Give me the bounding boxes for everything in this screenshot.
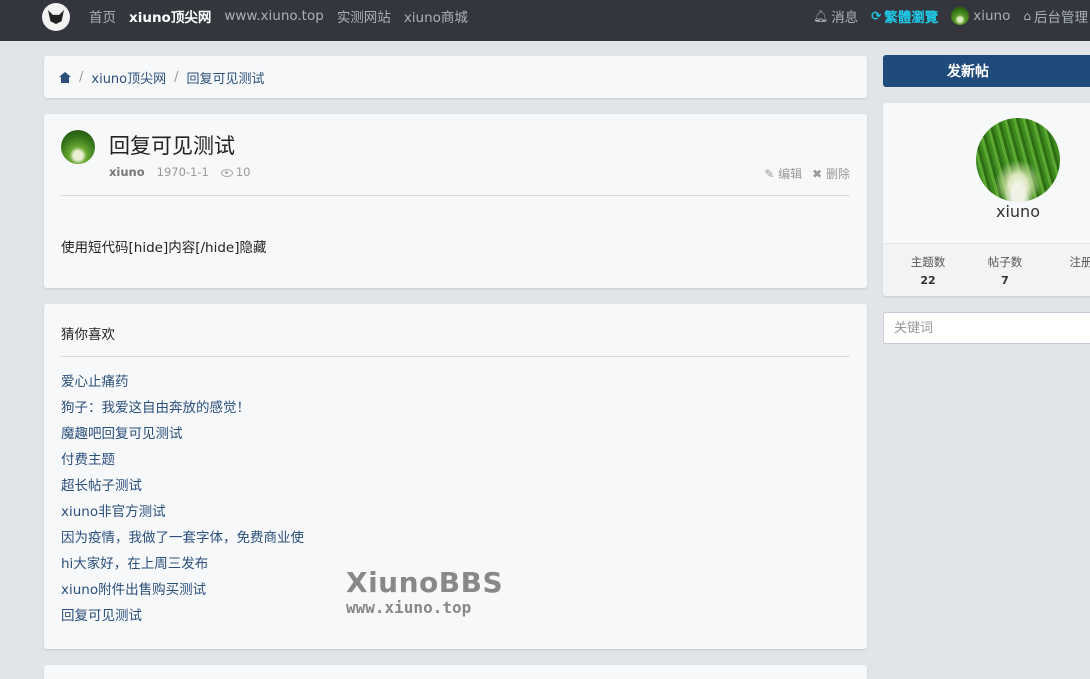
nav-traditional-label: 繁體瀏覽	[884, 9, 939, 26]
post-content: 使用短代码[hide]内容[/hide]隐藏	[61, 240, 267, 256]
post-author[interactable]: xiuno	[109, 165, 145, 179]
delete-button[interactable]: ✖ 删除	[812, 165, 850, 182]
post-divider	[61, 195, 850, 196]
list-item[interactable]: hi大家好，在上周三发布	[61, 553, 304, 579]
nav-user-label: xiuno	[973, 7, 1011, 24]
nav-test-site[interactable]: 实测网站	[337, 6, 391, 26]
watermark-title: XiunoBBS	[346, 566, 504, 599]
breadcrumb: / xiuno顶尖网 / 回复可见测试	[44, 56, 867, 98]
post-views: 10	[220, 165, 251, 179]
recommend-list: 爱心止痛药 狗子：我爱这自由奔放的感觉！ 魔趣吧回复可见测试 付费主题 超长帖子…	[61, 371, 304, 631]
edit-icon: ✎	[764, 167, 775, 181]
stat-posts: 帖子数 7	[975, 254, 1035, 287]
post-card: 回复可见测试 xiuno 1970-1-1 10 ✎ 编辑 ✖ 删除 使用短代码…	[44, 114, 867, 288]
watermark-url: www.xiuno.top	[346, 598, 472, 617]
list-item[interactable]: 魔趣吧回复可见测试	[61, 423, 304, 449]
post-actions: ✎ 编辑 ✖ 删除	[764, 165, 850, 182]
list-item[interactable]: 狗子：我爱这自由奔放的感觉！	[61, 397, 304, 423]
list-item[interactable]: xiuno非官方测试	[61, 501, 304, 527]
breadcrumb-site[interactable]: xiuno顶尖网	[91, 68, 166, 87]
nav-admin-label: 后台管理	[1034, 9, 1088, 26]
logo-icon	[48, 10, 64, 24]
post-date: 1970-1-1	[156, 165, 209, 179]
list-item[interactable]: xiuno附件出售购买测试	[61, 579, 304, 605]
home-icon[interactable]	[59, 71, 71, 83]
top-navbar: 首页 xiuno顶尖网 www.xiuno.top 实测网站 xiuno商城 🔔…	[0, 0, 1090, 41]
home-icon: ⌂	[1023, 8, 1031, 23]
stat-label: 注册	[1069, 255, 1090, 269]
list-item[interactable]: 付费主题	[61, 449, 304, 475]
site-logo[interactable]	[42, 3, 70, 31]
stat-register: 注册	[1051, 254, 1090, 274]
nav-admin[interactable]: ⌂ 后台管理	[1023, 6, 1088, 26]
post-meta: xiuno 1970-1-1 10	[109, 165, 250, 179]
edit-label: 编辑	[778, 167, 803, 181]
recommend-divider	[61, 356, 850, 357]
new-post-button[interactable]: 发新帖	[883, 55, 1090, 87]
nav-www-xiuno-top[interactable]: www.xiuno.top	[224, 8, 323, 24]
nav-xiuno-top-site[interactable]: xiuno顶尖网	[129, 6, 211, 26]
search-input[interactable]	[883, 312, 1090, 344]
watermark: XiunoBBS www.xiuno.top	[346, 568, 503, 618]
eye-icon	[220, 168, 233, 177]
list-item[interactable]: 爱心止痛药	[61, 371, 304, 397]
next-card	[44, 665, 867, 679]
avatar[interactable]	[61, 130, 95, 164]
profile-stats: 主题数 22 帖子数 7 注册	[883, 243, 1090, 296]
post-views-count: 10	[235, 165, 251, 179]
nav-user[interactable]: xiuno	[951, 6, 1011, 25]
list-item[interactable]: 超长帖子测试	[61, 475, 304, 501]
stat-threads: 主题数 22	[898, 254, 958, 287]
nav-messages-label: 消息	[831, 9, 859, 26]
list-item[interactable]: 因为疫情，我做了一套字体，免费商业使	[61, 527, 304, 553]
nav-messages[interactable]: 🔔︎ 消息	[813, 6, 858, 26]
breadcrumb-separator: /	[79, 69, 84, 85]
edit-button[interactable]: ✎ 编辑	[764, 165, 802, 182]
avatar	[951, 6, 970, 25]
stat-label: 主题数	[910, 255, 946, 269]
recommend-heading: 猜你喜欢	[61, 327, 115, 343]
user-profile-card: xiuno 主题数 22 帖子数 7 注册	[883, 103, 1090, 296]
close-icon: ✖	[812, 167, 823, 181]
breadcrumb-separator: /	[174, 69, 179, 85]
nav-traditional-chinese[interactable]: ⟳ 繁體瀏覽	[871, 6, 938, 26]
breadcrumb-current[interactable]: 回复可见测试	[187, 68, 265, 87]
stat-label: 帖子数	[987, 255, 1023, 269]
list-item[interactable]: 回复可见测试	[61, 605, 304, 631]
profile-username[interactable]: xiuno	[976, 202, 1060, 221]
nav-left: 首页 xiuno顶尖网 www.xiuno.top 实测网站 xiuno商城	[89, 0, 481, 31]
post-title: 回复可见测试	[109, 134, 235, 158]
nav-xiuno-mall[interactable]: xiuno商城	[404, 6, 468, 26]
delete-label: 删除	[825, 167, 850, 181]
stat-value: 22	[920, 274, 936, 287]
nav-home[interactable]: 首页	[89, 6, 116, 26]
stat-value: 7	[1001, 274, 1009, 287]
refresh-icon: ⟳	[871, 8, 882, 23]
avatar[interactable]	[976, 118, 1060, 202]
nav-right: 🔔︎ 消息 ⟳ 繁體瀏覽 xiuno ⌂ 后台管理	[800, 0, 1090, 31]
bell-icon: 🔔︎	[812, 8, 829, 23]
